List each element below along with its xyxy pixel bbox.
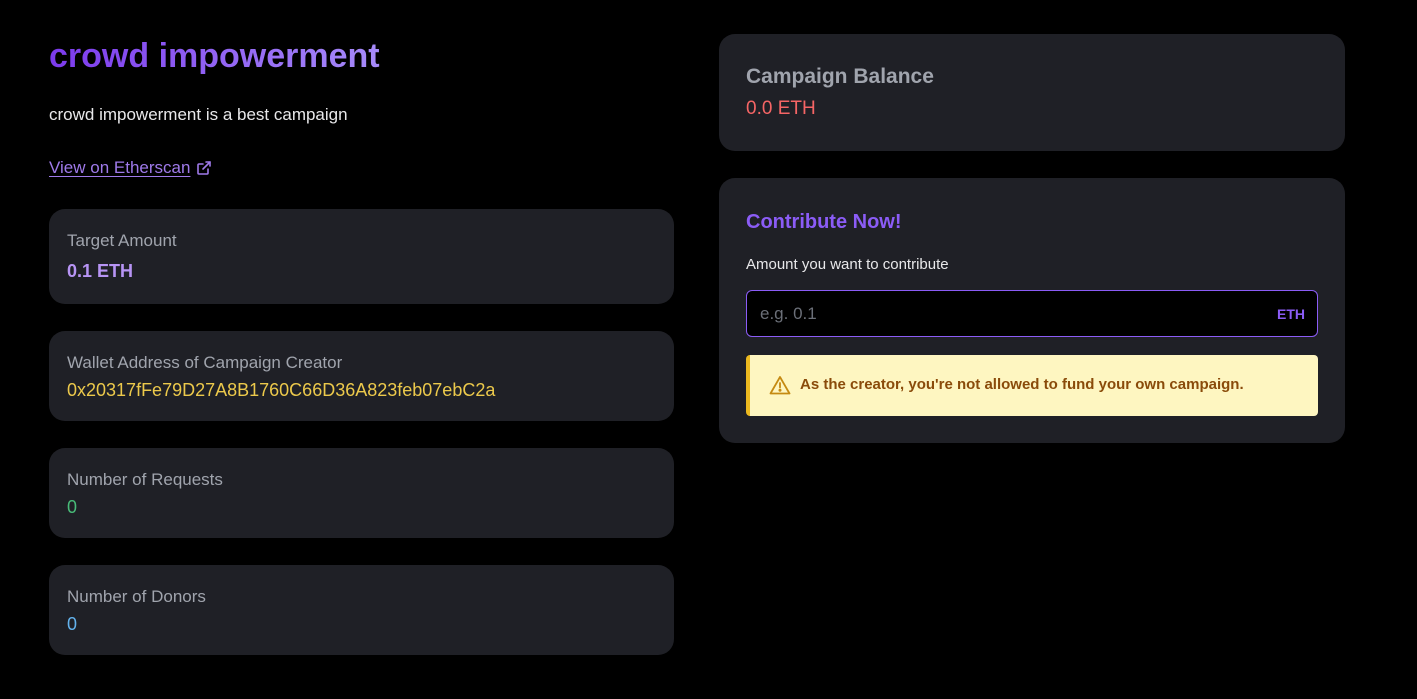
- stat-label: Number of Requests: [67, 470, 223, 489]
- warning-text: As the creator, you're not allowed to fu…: [800, 376, 1244, 393]
- amount-unit: ETH: [1277, 306, 1305, 322]
- stat-card-number-of-requests: Number of Requests 0: [49, 448, 674, 538]
- balance-label: Campaign Balance: [746, 65, 934, 88]
- balance-value: 0.0 ETH: [746, 98, 816, 119]
- external-link-icon: [196, 160, 212, 176]
- stat-value: 0x20317fFe79D27A8B1760C66D36A823feb07ebC…: [67, 380, 496, 400]
- stat-card-wallet-address: Wallet Address of Campaign Creator 0x203…: [49, 331, 674, 421]
- view-on-etherscan-link[interactable]: View on Etherscan: [49, 157, 212, 179]
- stat-label: Target Amount: [67, 231, 177, 250]
- stat-value: 0.1 ETH: [67, 261, 134, 281]
- creator-warning-alert: As the creator, you're not allowed to fu…: [746, 355, 1318, 416]
- stat-card-number-of-donors: Number of Donors 0: [49, 565, 674, 655]
- amount-input-group: ETH: [746, 290, 1318, 337]
- stat-label: Wallet Address of Campaign Creator: [67, 353, 343, 372]
- amount-input[interactable]: [747, 291, 1247, 336]
- contribute-title: Contribute Now!: [746, 211, 902, 233]
- campaign-page: crowd impowerment crowd impowerment is a…: [0, 0, 1417, 699]
- campaign-balance-card: [719, 34, 1345, 151]
- stat-label: Number of Donors: [67, 587, 206, 606]
- stat-value: 0: [67, 614, 78, 634]
- campaign-description: crowd impowerment is a best campaign: [49, 105, 348, 124]
- warning-triangle-icon: [769, 375, 791, 400]
- stat-value: 0: [67, 497, 78, 517]
- etherscan-link-label: View on Etherscan: [49, 158, 191, 177]
- campaign-title: crowd impowerment: [49, 37, 380, 75]
- amount-label: Amount you want to contribute: [746, 256, 949, 273]
- stat-card-target-amount: Target Amount 0.1 ETH: [49, 209, 674, 304]
